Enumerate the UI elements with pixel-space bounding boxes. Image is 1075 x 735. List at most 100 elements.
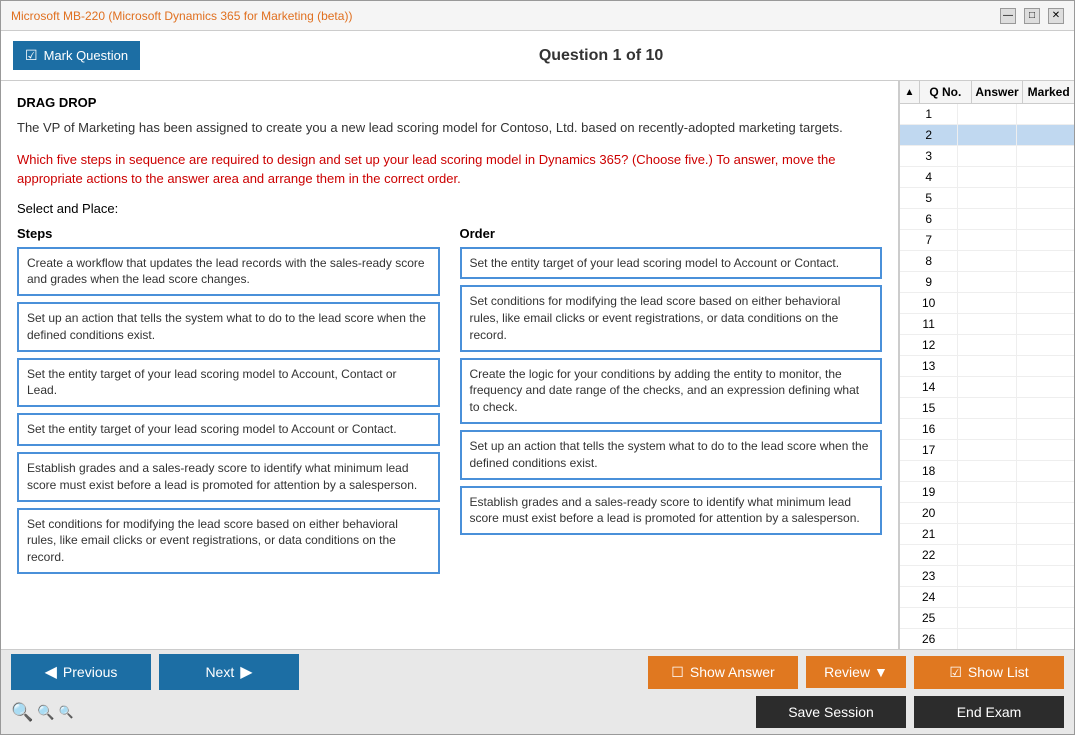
sidebar-cell-qno: 23 <box>900 566 958 586</box>
sidebar-cell-answer <box>958 545 1016 565</box>
title-highlight: Microsoft Dynamics 365 for Marketing (be… <box>112 9 348 23</box>
sidebar-cell-answer <box>958 146 1016 166</box>
prev-arrow-icon: ◀ <box>45 662 57 682</box>
sidebar-row[interactable]: 1 <box>900 104 1074 125</box>
sidebar-cell-qno: 18 <box>900 461 958 481</box>
step-item-2[interactable]: Set the entity target of your lead scori… <box>17 358 440 408</box>
sidebar-cell-marked <box>1017 566 1074 586</box>
sidebar-cell-marked <box>1017 104 1074 124</box>
step-item-0[interactable]: Create a workflow that updates the lead … <box>17 247 440 297</box>
sidebar-row[interactable]: 16 <box>900 419 1074 440</box>
sidebar-row[interactable]: 8 <box>900 251 1074 272</box>
sidebar-cell-qno: 10 <box>900 293 958 313</box>
sidebar-cell-qno: 24 <box>900 587 958 607</box>
sidebar-cell-answer <box>958 335 1016 355</box>
col-header-marked: Marked <box>1023 81 1074 103</box>
bottom-buttons-row2: 🔍 🔍 🔍 Save Session End Exam <box>1 694 1074 734</box>
next-button[interactable]: Next ▶ <box>159 654 299 690</box>
main-content: DRAG DROP The VP of Marketing has been a… <box>1 81 1074 649</box>
sidebar-cell-answer <box>958 419 1016 439</box>
sidebar-scroll-up[interactable]: ▲ <box>900 81 920 103</box>
sidebar-cell-answer <box>958 461 1016 481</box>
step-item-5[interactable]: Set conditions for modifying the lead sc… <box>17 508 440 574</box>
sidebar-row[interactable]: 23 <box>900 566 1074 587</box>
sidebar-row[interactable]: 10 <box>900 293 1074 314</box>
sidebar-cell-qno: 14 <box>900 377 958 397</box>
mark-question-button[interactable]: Mark Question <box>13 41 140 70</box>
review-button[interactable]: Review ▼ <box>806 656 906 688</box>
sidebar-row[interactable]: 5 <box>900 188 1074 209</box>
sidebar-cell-marked <box>1017 314 1074 334</box>
close-button[interactable]: ✕ <box>1048 8 1064 24</box>
step-item-1[interactable]: Set up an action that tells the system w… <box>17 302 440 352</box>
sidebar-cell-answer <box>958 188 1016 208</box>
maximize-button[interactable]: □ <box>1024 8 1040 24</box>
sidebar-row[interactable]: 19 <box>900 482 1074 503</box>
next-label: Next <box>205 664 234 680</box>
sidebar-cell-marked <box>1017 146 1074 166</box>
sidebar-row[interactable]: 13 <box>900 356 1074 377</box>
order-item-1[interactable]: Set conditions for modifying the lead sc… <box>460 285 883 351</box>
sidebar-cell-marked <box>1017 230 1074 250</box>
sidebar-cell-marked <box>1017 608 1074 628</box>
end-exam-button[interactable]: End Exam <box>914 696 1064 728</box>
sidebar-cell-answer <box>958 629 1016 649</box>
sidebar-row[interactable]: 7 <box>900 230 1074 251</box>
sidebar-row[interactable]: 2 <box>900 125 1074 146</box>
zoom-in-button[interactable]: 🔍 <box>11 702 33 723</box>
sidebar-cell-qno: 19 <box>900 482 958 502</box>
zoom-reset-button[interactable]: 🔍 <box>37 702 54 723</box>
sidebar-row[interactable]: 9 <box>900 272 1074 293</box>
sidebar-cell-answer <box>958 314 1016 334</box>
sidebar-row[interactable]: 15 <box>900 398 1074 419</box>
sidebar-row[interactable]: 6 <box>900 209 1074 230</box>
sidebar-row[interactable]: 11 <box>900 314 1074 335</box>
sidebar-row[interactable]: 17 <box>900 440 1074 461</box>
sidebar-header: ▲ Q No. Answer Marked <box>900 81 1074 104</box>
sidebar-row[interactable]: 24 <box>900 587 1074 608</box>
sidebar-row[interactable]: 22 <box>900 545 1074 566</box>
sidebar-cell-answer <box>958 398 1016 418</box>
sidebar-cell-marked <box>1017 377 1074 397</box>
minimize-button[interactable]: — <box>1000 8 1016 24</box>
order-header: Order <box>460 226 883 241</box>
sidebar-row[interactable]: 18 <box>900 461 1074 482</box>
sidebar-cell-qno: 20 <box>900 503 958 523</box>
sidebar-cell-answer <box>958 503 1016 523</box>
order-item-2[interactable]: Create the logic for your conditions by … <box>460 358 883 424</box>
sidebar-cell-marked <box>1017 545 1074 565</box>
steps-header: Steps <box>17 226 440 241</box>
sidebar-row[interactable]: 21 <box>900 524 1074 545</box>
sidebar-cell-qno: 17 <box>900 440 958 460</box>
zoom-out-button[interactable]: 🔍 <box>59 702 74 723</box>
step-item-3[interactable]: Set the entity target of your lead scori… <box>17 413 440 446</box>
sidebar-cell-answer <box>958 566 1016 586</box>
sidebar-cell-answer <box>958 440 1016 460</box>
order-item-4[interactable]: Establish grades and a sales-ready score… <box>460 486 883 536</box>
col-header-qno: Q No. <box>920 81 972 103</box>
steps-column: Steps Create a workflow that updates the… <box>17 226 440 581</box>
sidebar-cell-answer <box>958 293 1016 313</box>
sidebar-row[interactable]: 20 <box>900 503 1074 524</box>
sidebar-cell-marked <box>1017 293 1074 313</box>
show-answer-button[interactable]: ☐ Show Answer <box>648 656 798 689</box>
order-item-0[interactable]: Set the entity target of your lead scori… <box>460 247 883 280</box>
zoom-controls: 🔍 🔍 🔍 <box>11 702 74 723</box>
sidebar-cell-answer <box>958 209 1016 229</box>
col-header-answer: Answer <box>972 81 1024 103</box>
sidebar-cell-qno: 15 <box>900 398 958 418</box>
sidebar-row[interactable]: 4 <box>900 167 1074 188</box>
sidebar-row[interactable]: 3 <box>900 146 1074 167</box>
sidebar-row[interactable]: 14 <box>900 377 1074 398</box>
sidebar-cell-answer <box>958 230 1016 250</box>
step-item-4[interactable]: Establish grades and a sales-ready score… <box>17 452 440 502</box>
sidebar-row[interactable]: 25 <box>900 608 1074 629</box>
sidebar-cell-marked <box>1017 524 1074 544</box>
save-session-button[interactable]: Save Session <box>756 696 906 728</box>
sidebar-cell-marked <box>1017 272 1074 292</box>
sidebar-row[interactable]: 12 <box>900 335 1074 356</box>
sidebar-row[interactable]: 26 <box>900 629 1074 649</box>
show-list-button[interactable]: ☑ Show List <box>914 656 1064 689</box>
order-item-3[interactable]: Set up an action that tells the system w… <box>460 430 883 480</box>
previous-button[interactable]: ◀ Previous <box>11 654 151 690</box>
